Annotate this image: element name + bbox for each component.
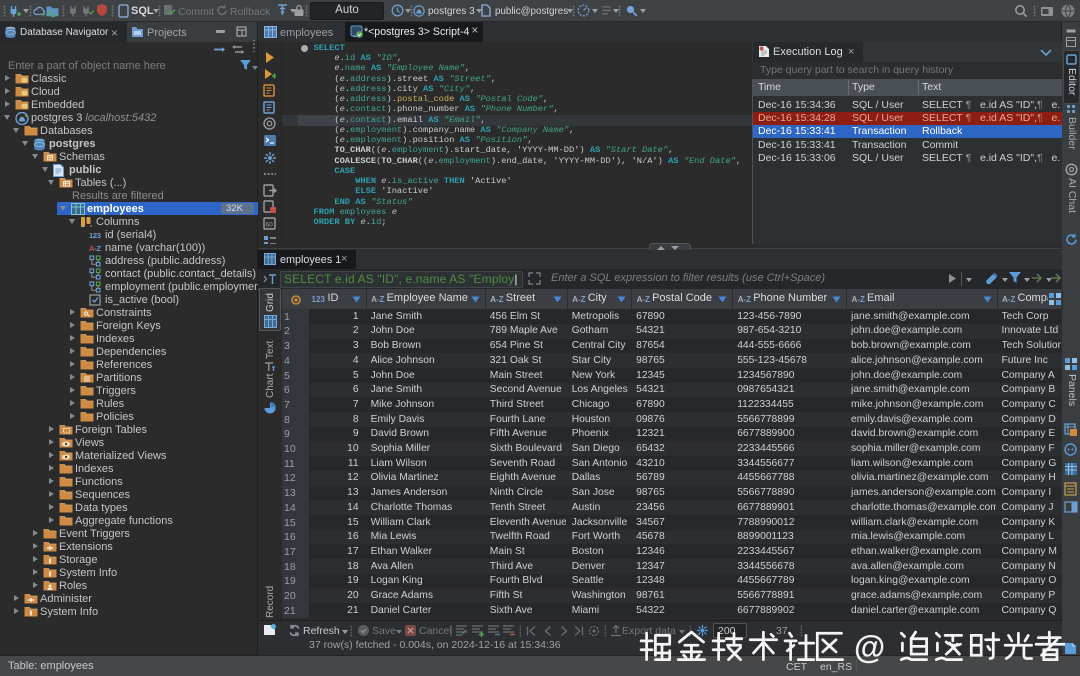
- svg-text:@: @: [854, 629, 885, 665]
- svg-text:60: 60: [266, 222, 274, 229]
